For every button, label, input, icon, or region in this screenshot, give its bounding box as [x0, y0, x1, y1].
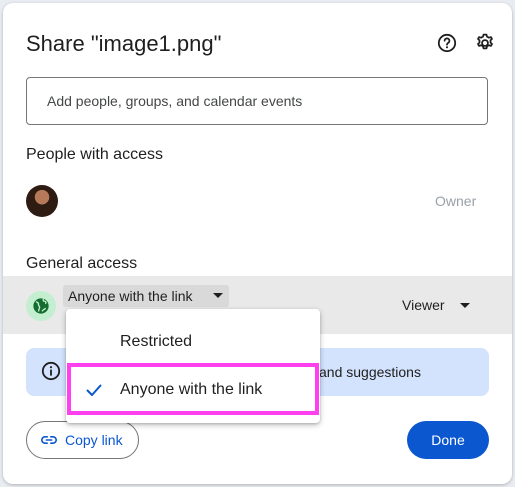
role-select[interactable]: Viewer — [402, 297, 445, 313]
done-button[interactable]: Done — [407, 421, 489, 459]
general-access-value: Anyone with the link — [68, 288, 193, 304]
menu-item-label: Restricted — [120, 333, 193, 350]
dialog-title: Share "image1.png" — [26, 31, 222, 56]
link-icon — [41, 436, 57, 444]
add-people-placeholder: Add people, groups, and calendar events — [47, 93, 303, 109]
owner-label: Owner — [435, 193, 477, 209]
globe-icon — [26, 291, 56, 321]
copy-link-button[interactable]: Copy link — [26, 421, 139, 459]
gear-icon[interactable] — [473, 31, 497, 55]
info-banner-text: and suggestions — [319, 364, 421, 380]
general-access-heading: General access — [26, 255, 138, 272]
menu-item-label: Anyone with the link — [120, 381, 263, 398]
copy-link-label: Copy link — [65, 432, 123, 448]
menu-item-restricted[interactable]: Restricted — [66, 318, 320, 366]
menu-item-anyone-with-link[interactable]: Anyone with the link — [66, 366, 320, 414]
people-with-access-heading: People with access — [26, 146, 163, 163]
check-icon — [84, 380, 104, 405]
role-chevron-down-icon[interactable] — [460, 303, 470, 308]
info-icon — [41, 361, 61, 381]
avatar — [26, 185, 58, 217]
general-access-dropdown-menu: Restricted Anyone with the link — [66, 309, 320, 423]
add-people-input[interactable]: Add people, groups, and calendar events — [26, 77, 488, 125]
general-access-select[interactable]: Anyone with the link — [63, 285, 229, 307]
share-dialog: Share "image1.png" Add people, groups, a… — [3, 3, 512, 484]
chevron-down-icon — [213, 293, 223, 298]
help-icon[interactable] — [435, 31, 459, 55]
